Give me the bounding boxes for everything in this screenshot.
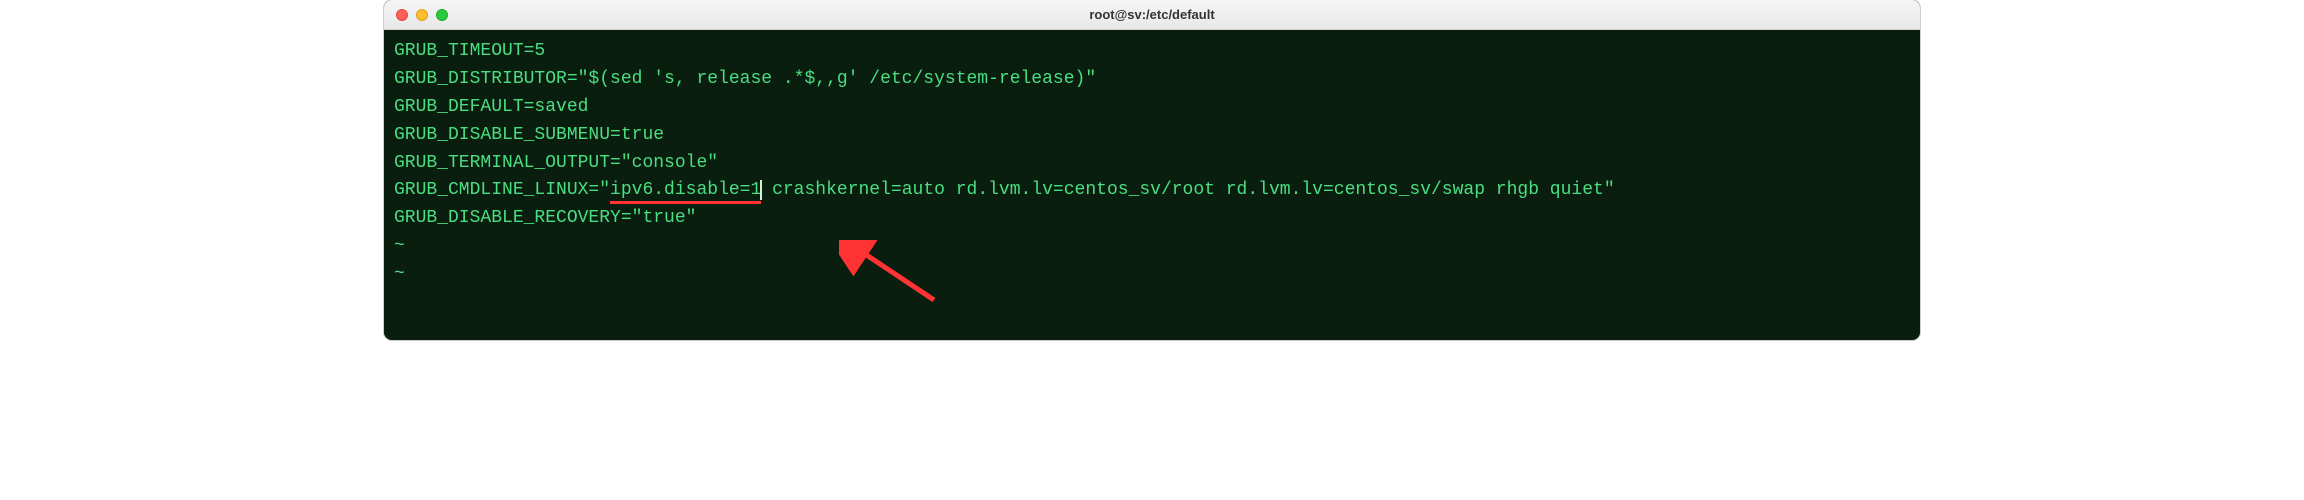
terminal-line: GRUB_TERMINAL_OUTPUT="console" (394, 150, 1910, 178)
terminal-line-highlighted: GRUB_CMDLINE_LINUX="ipv6.disable=1 crash… (394, 177, 1910, 205)
line-prefix: GRUB_CMDLINE_LINUX=" (394, 180, 610, 200)
terminal-window: root@sv:/etc/default GRUB_TIMEOUT=5 GRUB… (384, 0, 1920, 340)
minimize-icon[interactable] (416, 9, 428, 21)
terminal-line: GRUB_DISABLE_RECOVERY="true" (394, 205, 1910, 233)
traffic-lights (384, 9, 448, 21)
vim-tilde: ~ (394, 261, 1910, 289)
window-title: root@sv:/etc/default (384, 7, 1920, 22)
titlebar: root@sv:/etc/default (384, 0, 1920, 30)
terminal-line: GRUB_DEFAULT=saved (394, 94, 1910, 122)
highlighted-param: ipv6.disable=1 (610, 180, 761, 204)
line-suffix: crashkernel=auto rd.lvm.lv=centos_sv/roo… (761, 180, 1614, 200)
close-icon[interactable] (396, 9, 408, 21)
terminal-body[interactable]: GRUB_TIMEOUT=5 GRUB_DISTRIBUTOR="$(sed '… (384, 30, 1920, 340)
terminal-line: GRUB_DISABLE_SUBMENU=true (394, 122, 1910, 150)
maximize-icon[interactable] (436, 9, 448, 21)
vim-tilde: ~ (394, 233, 1910, 261)
terminal-line: GRUB_DISTRIBUTOR="$(sed 's, release .*$,… (394, 66, 1910, 94)
terminal-line: GRUB_TIMEOUT=5 (394, 38, 1910, 66)
